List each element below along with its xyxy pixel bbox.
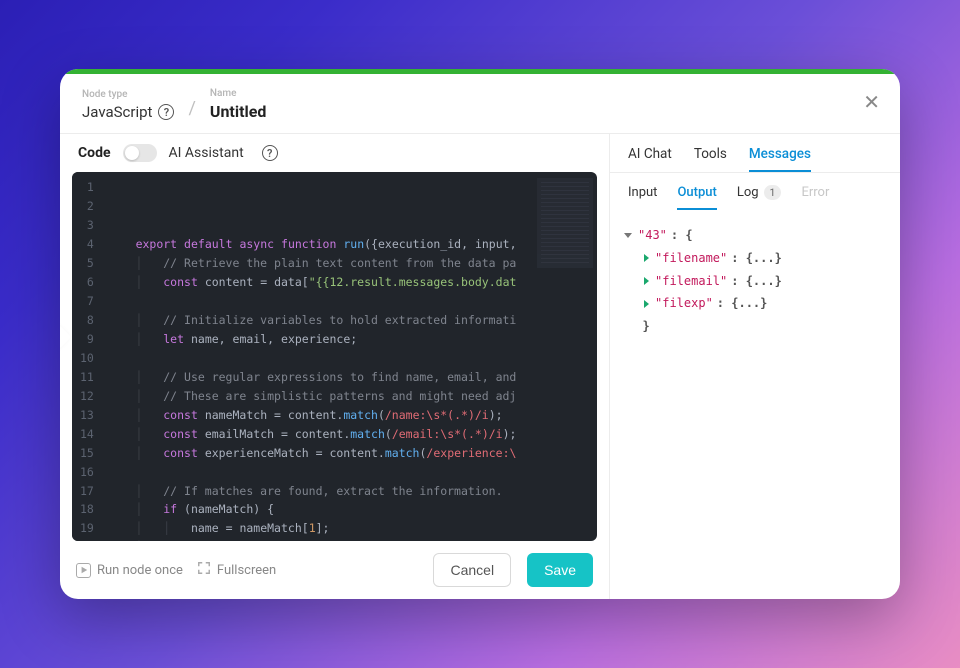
log-count-badge: 1 (764, 185, 782, 200)
code-line[interactable]: │ │ name = nameMatch[1]; (108, 519, 591, 538)
editor-dialog: Node type JavaScript ? / Name Untitled ✕… (60, 69, 900, 599)
name-label: Name (210, 88, 266, 99)
nodetype-group: Node type JavaScript ? (82, 89, 174, 121)
name-value[interactable]: Untitled (210, 102, 266, 121)
subtab-error: Error (801, 185, 829, 210)
run-node-once-label: Run node once (97, 563, 183, 578)
dialog-header: Node type JavaScript ? / Name Untitled ✕ (60, 74, 900, 133)
fullscreen-button[interactable]: Fullscreen (197, 561, 276, 579)
nodetype-value: JavaScript (82, 103, 152, 121)
ai-toggle[interactable] (123, 144, 157, 162)
play-icon (76, 563, 91, 578)
left-pane: Code AI Assistant ? 12345678910111213141… (60, 134, 610, 599)
run-node-once-button[interactable]: Run node once (76, 563, 183, 578)
cancel-button[interactable]: Cancel (433, 553, 511, 587)
line-gutter: 1234567891011121314151617181920212223 (72, 172, 104, 541)
code-line[interactable]: │ // These are simplistic patterns and m… (108, 387, 591, 406)
code-line[interactable]: │ // Use regular expressions to find nam… (108, 368, 591, 387)
json-key-filexp[interactable]: "filexp" : {...} (624, 292, 886, 315)
help-icon[interactable]: ? (158, 104, 174, 120)
code-line[interactable]: │ // If matches are found, extract the i… (108, 482, 591, 501)
dialog-body: Code AI Assistant ? 12345678910111213141… (60, 134, 900, 599)
tab-ai-chat[interactable]: AI Chat (628, 146, 672, 172)
subtab-log-label: Log (737, 185, 759, 200)
code-line[interactable]: │ if (nameMatch) { (108, 500, 591, 519)
json-key-filename[interactable]: "filename" : {...} (624, 247, 886, 270)
fullscreen-label: Fullscreen (217, 563, 276, 578)
code-line[interactable] (108, 292, 591, 311)
code-line[interactable]: │ const content = data["{{12.result.mess… (108, 273, 591, 292)
save-button[interactable]: Save (527, 553, 593, 587)
tab-messages[interactable]: Messages (749, 146, 811, 172)
subtab-input[interactable]: Input (628, 185, 657, 210)
json-key-filemail[interactable]: "filemail" : {...} (624, 270, 886, 293)
right-subtabs: Input Output Log 1 Error (610, 172, 900, 210)
left-head: Code AI Assistant ? (60, 134, 609, 172)
json-root[interactable]: "43" : { (624, 224, 886, 247)
code-editor[interactable]: 1234567891011121314151617181920212223 ex… (72, 172, 597, 541)
right-tabs: AI Chat Tools Messages (610, 134, 900, 172)
output-json-view[interactable]: "43" : {"filename" : {...}"filemail" : {… (610, 210, 900, 599)
code-line[interactable]: │ const nameMatch = content.match(/name:… (108, 406, 591, 425)
code-line[interactable] (108, 463, 591, 482)
code-line[interactable]: │ const experienceMatch = content.match(… (108, 444, 591, 463)
tab-tools[interactable]: Tools (694, 146, 727, 172)
code-line[interactable]: │ const emailMatch = content.match(/emai… (108, 425, 591, 444)
code-line[interactable]: │ let name, email, experience; (108, 330, 591, 349)
fullscreen-icon (197, 561, 211, 579)
breadcrumb-separator: / (188, 98, 195, 119)
close-icon[interactable]: ✕ (863, 90, 880, 114)
right-pane: AI Chat Tools Messages Input Output Log 1 … (610, 134, 900, 599)
minimap[interactable] (537, 178, 593, 268)
code-line[interactable]: export default async function run({execu… (108, 235, 591, 254)
ai-assistant-label: AI Assistant (169, 145, 244, 161)
code-line[interactable]: │ // Retrieve the plain text content fro… (108, 254, 591, 273)
subtab-log[interactable]: Log 1 (737, 185, 782, 210)
help-icon[interactable]: ? (262, 145, 278, 161)
footer-actions: Run node once Fullscreen (76, 561, 276, 579)
code-line[interactable]: │ // Initialize variables to hold extrac… (108, 311, 591, 330)
code-label: Code (78, 145, 111, 161)
code-line[interactable] (108, 349, 591, 368)
left-footer: Run node once Fullscreen Cancel Save (60, 541, 609, 599)
name-group: Name Untitled (210, 88, 266, 121)
subtab-output[interactable]: Output (677, 185, 716, 210)
nodetype-label: Node type (82, 89, 174, 100)
json-close-brace: } (624, 315, 886, 338)
code-content[interactable]: export default async function run({execu… (104, 172, 597, 541)
code-line[interactable]: │ } (108, 538, 591, 541)
